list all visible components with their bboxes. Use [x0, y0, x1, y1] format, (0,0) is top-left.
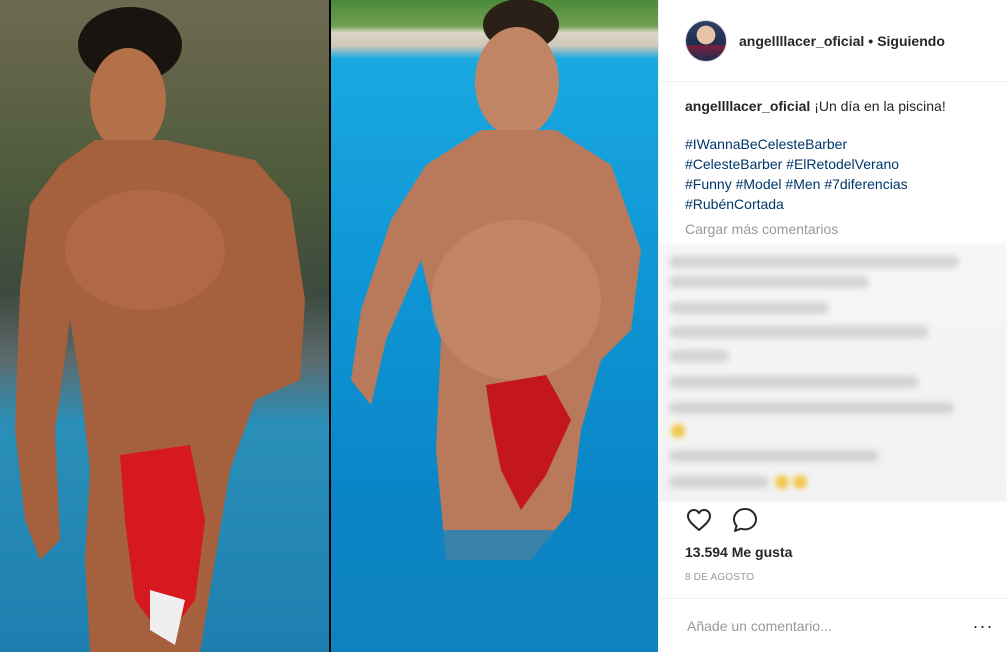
photo-right [331, 0, 658, 652]
comment-button[interactable] [731, 506, 759, 534]
header-text: angellllacer_oficial • Siguiendo [739, 33, 945, 49]
like-button[interactable] [685, 506, 713, 534]
likes-count[interactable]: 13.594 Me gusta [685, 544, 792, 560]
post-actions [685, 506, 759, 534]
comment-input[interactable] [685, 616, 971, 635]
hashtag-link[interactable]: #ElRetodelVerano [786, 156, 899, 172]
username-link[interactable]: angellllacer_oficial [739, 33, 864, 49]
man-figure-right [331, 0, 658, 652]
separator-dot: • [868, 32, 874, 49]
instagram-post: angellllacer_oficial • Siguiendo angelllla… [0, 0, 1008, 652]
caption: angellllacer_oficial ¡Un día en la pisci… [685, 96, 983, 116]
post-date[interactable]: 8 DE AGOSTO [685, 572, 754, 583]
more-options-icon[interactable]: ··· [971, 617, 995, 635]
photo-left [0, 0, 329, 652]
hashtag-link[interactable]: #RubénCortada [685, 196, 784, 212]
following-button[interactable]: Siguiendo [877, 33, 945, 49]
hashtag-link[interactable]: #Men [785, 176, 820, 192]
hashtag-link[interactable]: #Model [736, 176, 782, 192]
post-header: angellllacer_oficial • Siguiendo [659, 0, 1007, 82]
model-figure-left [15, 7, 305, 652]
post-media[interactable] [0, 0, 658, 652]
blurred-comments [659, 244, 1007, 502]
hashtag-link[interactable]: #Funny [685, 176, 732, 192]
speech-bubble-icon [733, 508, 757, 532]
add-comment-bar: ··· [659, 598, 1007, 652]
avatar[interactable] [685, 19, 727, 62]
post-side-panel: angellllacer_oficial • Siguiendo angelllla… [658, 0, 1007, 652]
hashtag-link[interactable]: #IWannaBeCelesteBarber [685, 136, 847, 152]
hashtag-link[interactable]: #7diferencias [824, 176, 907, 192]
caption-username-link[interactable]: angellllacer_oficial [685, 98, 810, 114]
heart-icon [687, 509, 711, 531]
load-more-comments-link[interactable]: Cargar más comentarios [685, 220, 983, 238]
hashtag-link[interactable]: #CelesteBarber [685, 156, 782, 172]
caption-text: ¡Un día en la piscina! [814, 98, 946, 114]
hashtag-list: #IWannaBeCelesteBarber #CelesteBarber #E… [685, 134, 983, 214]
comments-section: angellllacer_oficial ¡Un día en la pisci… [659, 82, 1007, 502]
